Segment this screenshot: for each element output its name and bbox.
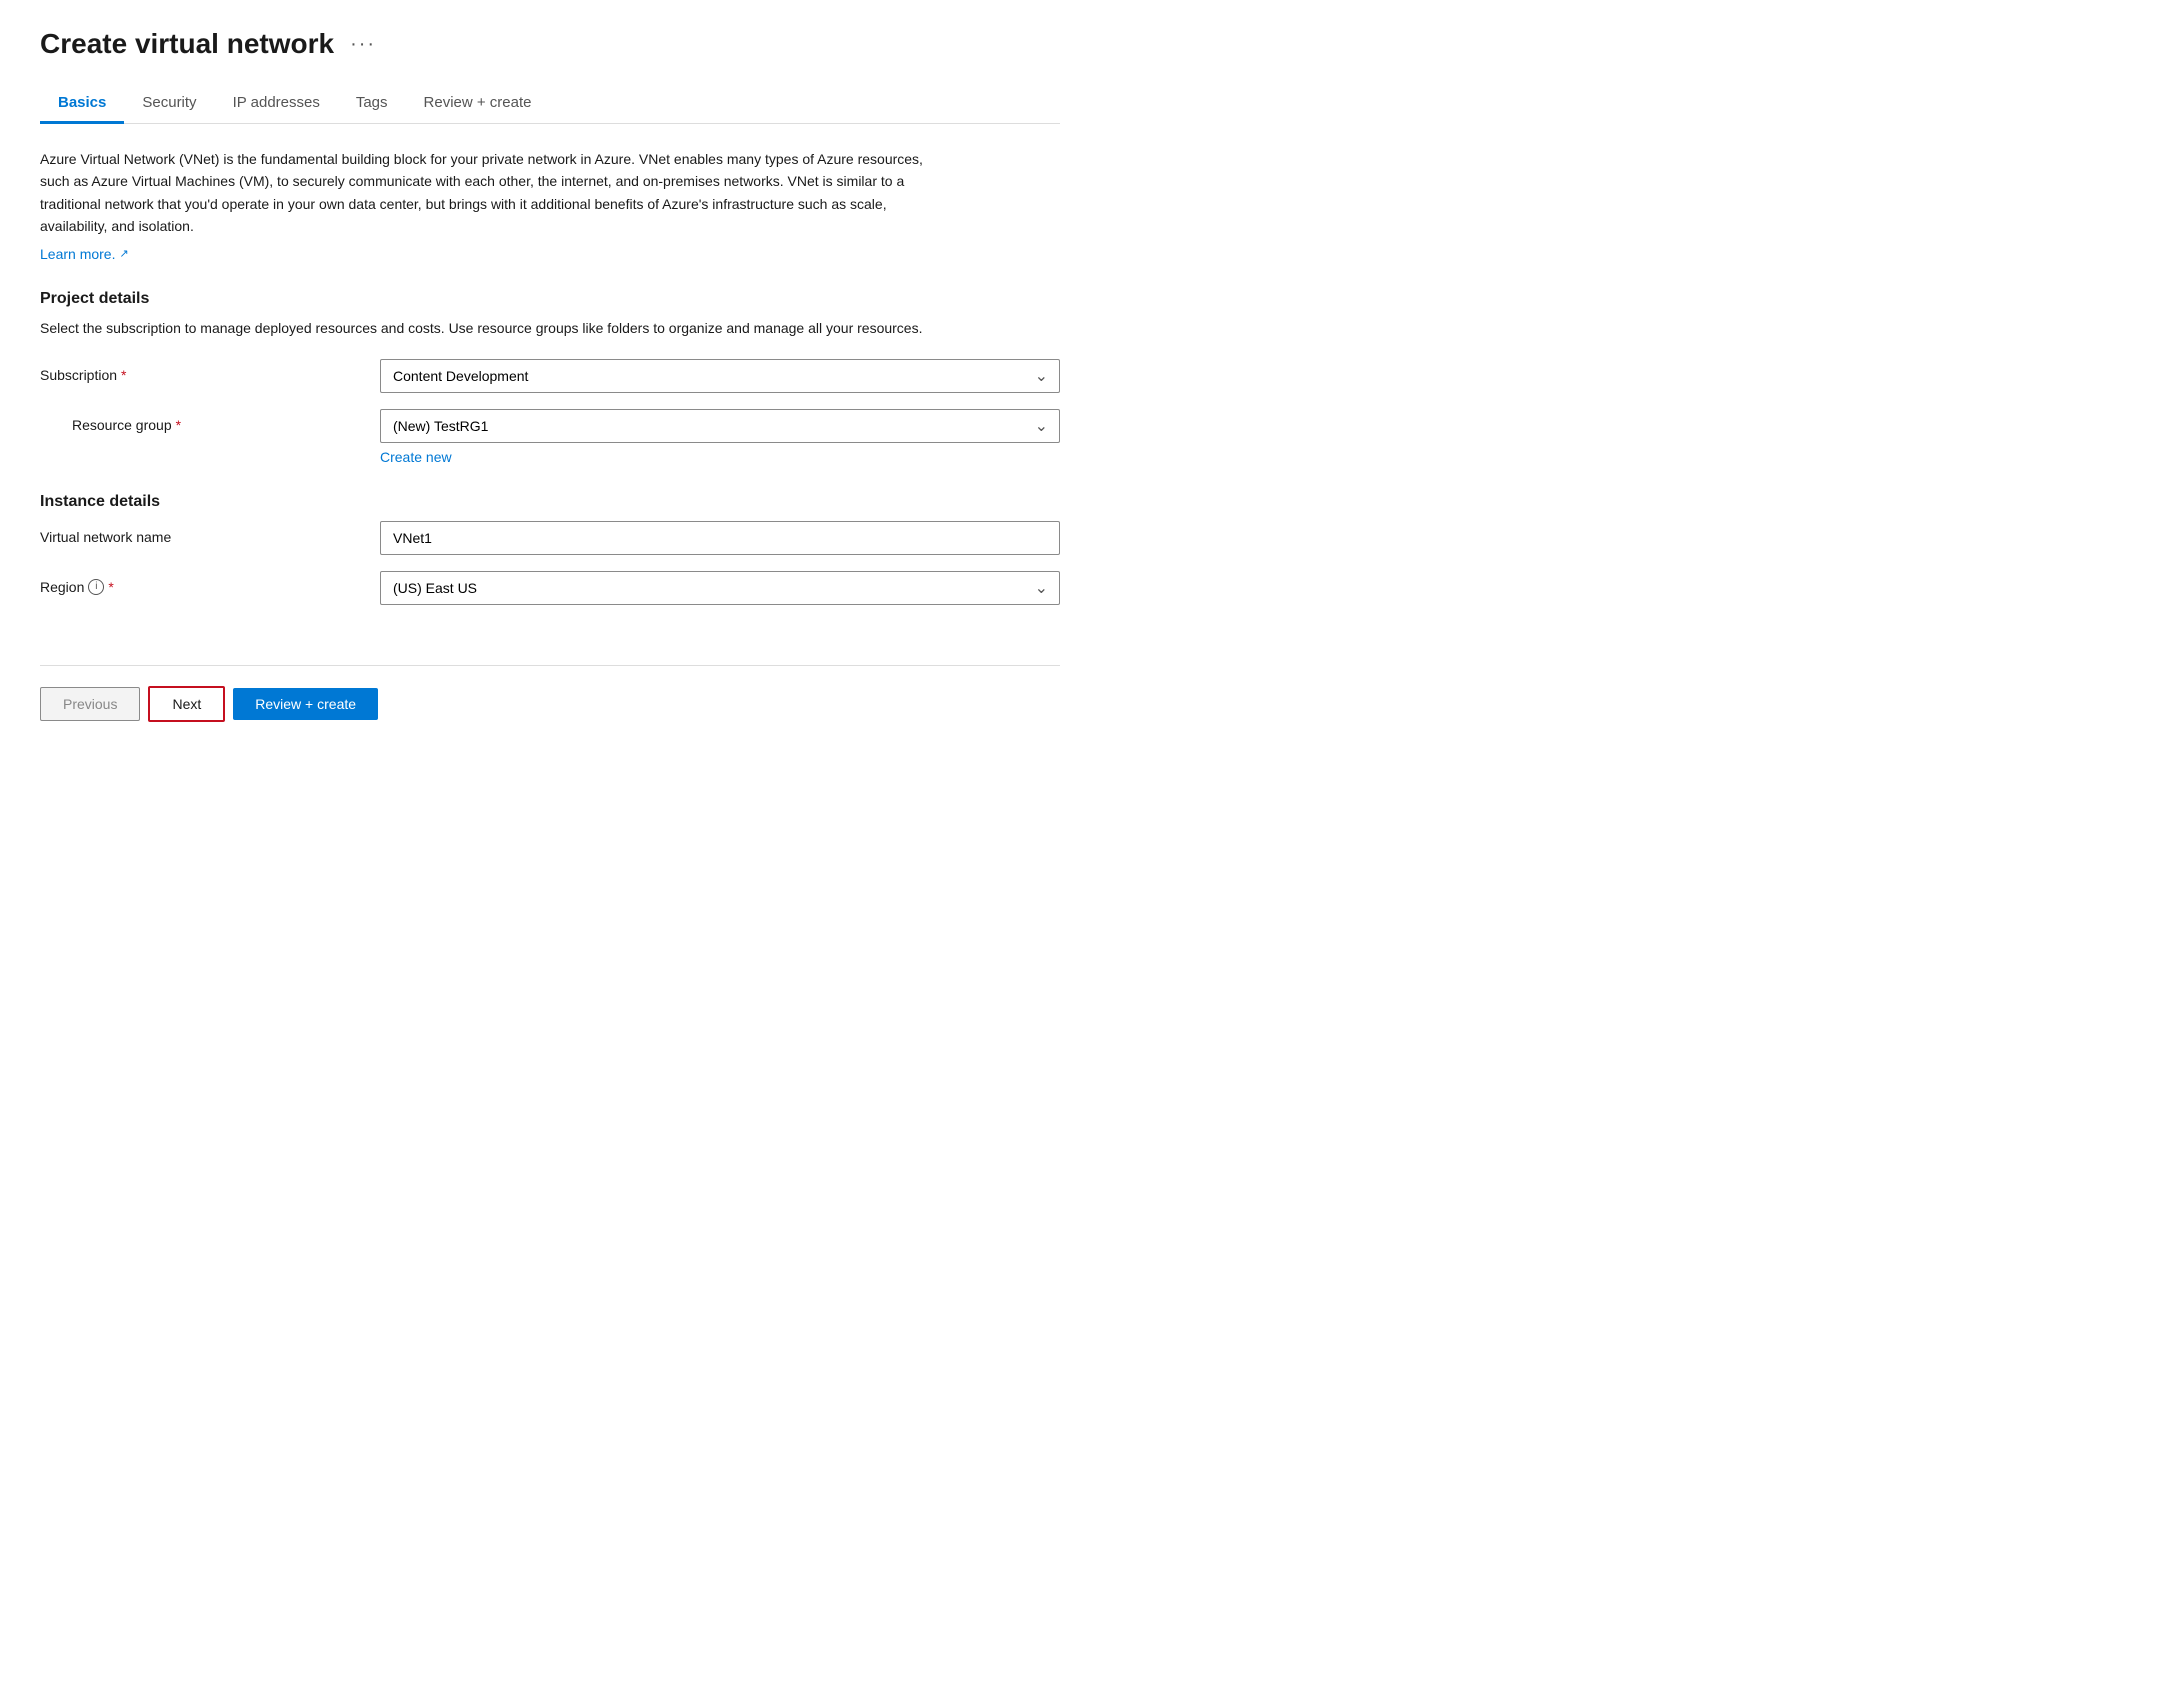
resource-group-row: Resource group * (New) TestRG1 Create ne…	[40, 409, 1060, 465]
tab-review-create[interactable]: Review + create	[406, 84, 550, 124]
project-details-title: Project details	[40, 290, 1060, 308]
resource-group-control: (New) TestRG1 Create new	[380, 409, 1060, 465]
tab-bar: Basics Security IP addresses Tags Review…	[40, 84, 1060, 124]
instance-details-section: Instance details Virtual network name Re…	[40, 493, 1060, 605]
vnet-name-input[interactable]	[380, 521, 1060, 555]
vnet-name-row: Virtual network name	[40, 521, 1060, 555]
vnet-name-control	[380, 521, 1060, 555]
subscription-control: Content Development	[380, 359, 1060, 393]
tab-ip-addresses[interactable]: IP addresses	[215, 84, 338, 124]
create-new-link[interactable]: Create new	[380, 449, 452, 465]
region-dropdown-wrapper: (US) East US	[380, 571, 1060, 605]
resource-group-dropdown-wrapper: (New) TestRG1	[380, 409, 1060, 443]
previous-button[interactable]: Previous	[40, 687, 140, 721]
resource-group-required-star: *	[176, 417, 181, 433]
learn-more-link[interactable]: Learn more. ↗	[40, 246, 129, 262]
page-header: Create virtual network ···	[40, 28, 1060, 60]
subscription-row: Subscription * Content Development	[40, 359, 1060, 393]
tab-security[interactable]: Security	[124, 84, 214, 124]
vnet-description: Azure Virtual Network (VNet) is the fund…	[40, 148, 940, 238]
region-label: Region i *	[40, 571, 380, 595]
resource-group-select[interactable]: (New) TestRG1	[380, 409, 1060, 443]
region-info-icon[interactable]: i	[88, 579, 104, 595]
vnet-name-label: Virtual network name	[40, 521, 380, 545]
instance-details-title: Instance details	[40, 493, 1060, 511]
resource-group-label: Resource group *	[40, 409, 380, 433]
footer-bar: Previous Next Review + create	[40, 665, 1060, 742]
region-select[interactable]: (US) East US	[380, 571, 1060, 605]
subscription-dropdown-wrapper: Content Development	[380, 359, 1060, 393]
subscription-label: Subscription *	[40, 359, 380, 383]
region-row: Region i * (US) East US	[40, 571, 1060, 605]
subscription-required-star: *	[121, 367, 126, 383]
external-link-icon: ↗	[119, 247, 128, 260]
project-details-section: Project details Select the subscription …	[40, 290, 1060, 465]
project-details-description: Select the subscription to manage deploy…	[40, 318, 940, 339]
region-control: (US) East US	[380, 571, 1060, 605]
page-title: Create virtual network	[40, 28, 334, 60]
tab-basics[interactable]: Basics	[40, 84, 124, 124]
next-button[interactable]: Next	[148, 686, 225, 722]
more-options-icon[interactable]: ···	[350, 33, 376, 56]
region-required-star: *	[108, 579, 113, 595]
review-create-button[interactable]: Review + create	[233, 688, 378, 720]
tab-tags[interactable]: Tags	[338, 84, 406, 124]
subscription-select[interactable]: Content Development	[380, 359, 1060, 393]
